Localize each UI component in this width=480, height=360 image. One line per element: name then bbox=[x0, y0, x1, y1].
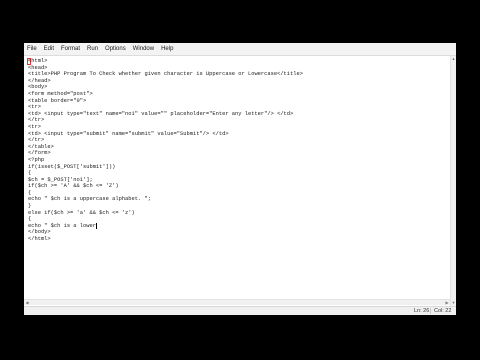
editor-window: File Edit Format Run Options Window Help… bbox=[24, 43, 456, 315]
menu-run[interactable]: Run bbox=[84, 43, 102, 55]
code-line: </body> bbox=[28, 229, 51, 236]
code-line: <table border="0"> bbox=[28, 97, 87, 104]
code-line: else if($ch >= 'a' && $ch <= 'z') bbox=[28, 209, 135, 216]
code-line: { bbox=[28, 216, 32, 223]
code-line: echo " $ch is a uppercase alphabet. "; bbox=[28, 196, 151, 203]
code-line: </head> bbox=[28, 77, 51, 84]
code-line: if($ch >= 'A' && $ch <= 'Z') bbox=[28, 183, 119, 190]
code-line: </tr> bbox=[28, 117, 45, 124]
code-line: </table> bbox=[28, 143, 54, 150]
code-line: <tr> bbox=[28, 123, 41, 130]
code-line: </form> bbox=[28, 150, 51, 157]
code-line: <html> bbox=[28, 58, 48, 64]
code-line: </html> bbox=[28, 236, 51, 243]
code-line: </tr> bbox=[28, 137, 45, 144]
status-column-number: Col: 22 bbox=[434, 308, 452, 314]
code-line: if(isset($_POST['submit'])) bbox=[28, 163, 116, 170]
menu-bar: File Edit Format Run Options Window Help bbox=[24, 43, 456, 56]
scroll-left-arrow-icon[interactable]: ◀ bbox=[24, 300, 30, 305]
code-line: <tr> bbox=[28, 104, 41, 111]
menu-format[interactable]: Format bbox=[58, 43, 84, 55]
code-line: <title>PHP Program To Check whether give… bbox=[28, 71, 303, 78]
menu-file[interactable]: File bbox=[24, 43, 41, 55]
code-editor[interactable]: <html> <head> <title>PHP Program To Check … bbox=[24, 56, 450, 306]
code-line: <head> bbox=[28, 64, 48, 71]
code-line: { bbox=[28, 189, 32, 196]
status-bar: Ln: 26 Col: 22 bbox=[24, 306, 456, 315]
menu-options[interactable]: Options bbox=[102, 43, 130, 55]
scroll-right-arrow-icon[interactable]: ▶ bbox=[444, 300, 450, 305]
scroll-up-arrow-icon[interactable]: ▲ bbox=[451, 56, 456, 62]
code-line: <body> bbox=[28, 84, 48, 91]
text-cursor bbox=[96, 222, 98, 229]
code-text: <html> <head> <title>PHP Program To Check … bbox=[28, 58, 303, 243]
menu-edit[interactable]: Edit bbox=[41, 43, 58, 55]
menu-help[interactable]: Help bbox=[158, 43, 177, 55]
code-line: <?php bbox=[28, 156, 45, 163]
code-line: echo " $ch is a lower bbox=[28, 222, 96, 229]
horizontal-scrollbar[interactable]: ◀ ▶ bbox=[24, 299, 450, 305]
code-line: } bbox=[28, 203, 32, 210]
vertical-scrollbar[interactable]: ▲ ▼ bbox=[450, 56, 456, 306]
status-divider bbox=[430, 308, 431, 314]
status-line-number: Ln: 26 bbox=[414, 308, 430, 314]
code-line: $ch = $_POST['no1']; bbox=[28, 176, 93, 183]
code-line: <td> <input type="text" name="no1" value… bbox=[28, 110, 294, 117]
menu-window[interactable]: Window bbox=[130, 43, 158, 55]
code-line: <form method="post"> bbox=[28, 90, 93, 97]
code-line: { bbox=[28, 170, 32, 177]
code-line: <td> <input type="submit" name="submit" … bbox=[28, 130, 229, 137]
